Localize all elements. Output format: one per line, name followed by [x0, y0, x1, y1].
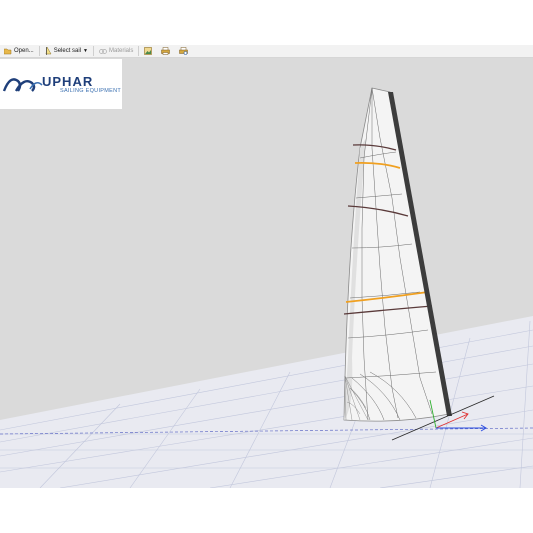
nenuphar-logo: UPHAR SAILING EQUIPMENT: [0, 59, 122, 109]
print-preview-button[interactable]: [177, 46, 192, 57]
logo-brand-text: UPHAR: [42, 74, 94, 89]
nenuphar-logo-mark: [2, 78, 43, 92]
sail-icon: [45, 47, 52, 55]
image-button[interactable]: [142, 46, 156, 57]
toolbar-separator: [93, 46, 94, 56]
folder-open-icon: [4, 48, 12, 54]
toolbar: Open... Select sail ▼ Materials: [0, 45, 533, 58]
materials-icon: [99, 48, 107, 54]
select-sail-label: Select sail: [53, 48, 82, 54]
open-button[interactable]: Open...: [2, 46, 36, 57]
3d-viewport[interactable]: UPHAR SAILING EQUIPMENT: [0, 58, 533, 488]
print-icon: [161, 47, 171, 55]
print-preview-icon: [179, 47, 189, 55]
image-icon: [144, 47, 153, 55]
select-sail-button[interactable]: Select sail ▼: [43, 46, 90, 57]
open-button-label: Open...: [14, 48, 34, 54]
materials-label: Materials: [109, 48, 134, 54]
logo-tagline: SAILING EQUIPMENT: [60, 88, 122, 94]
materials-button[interactable]: Materials: [97, 46, 135, 57]
toolbar-separator: [38, 46, 40, 56]
print-button[interactable]: [159, 46, 174, 57]
chevron-down-icon: ▼: [83, 48, 88, 54]
sail-3d-scene[interactable]: [0, 58, 533, 488]
toolbar-separator: [138, 46, 140, 56]
